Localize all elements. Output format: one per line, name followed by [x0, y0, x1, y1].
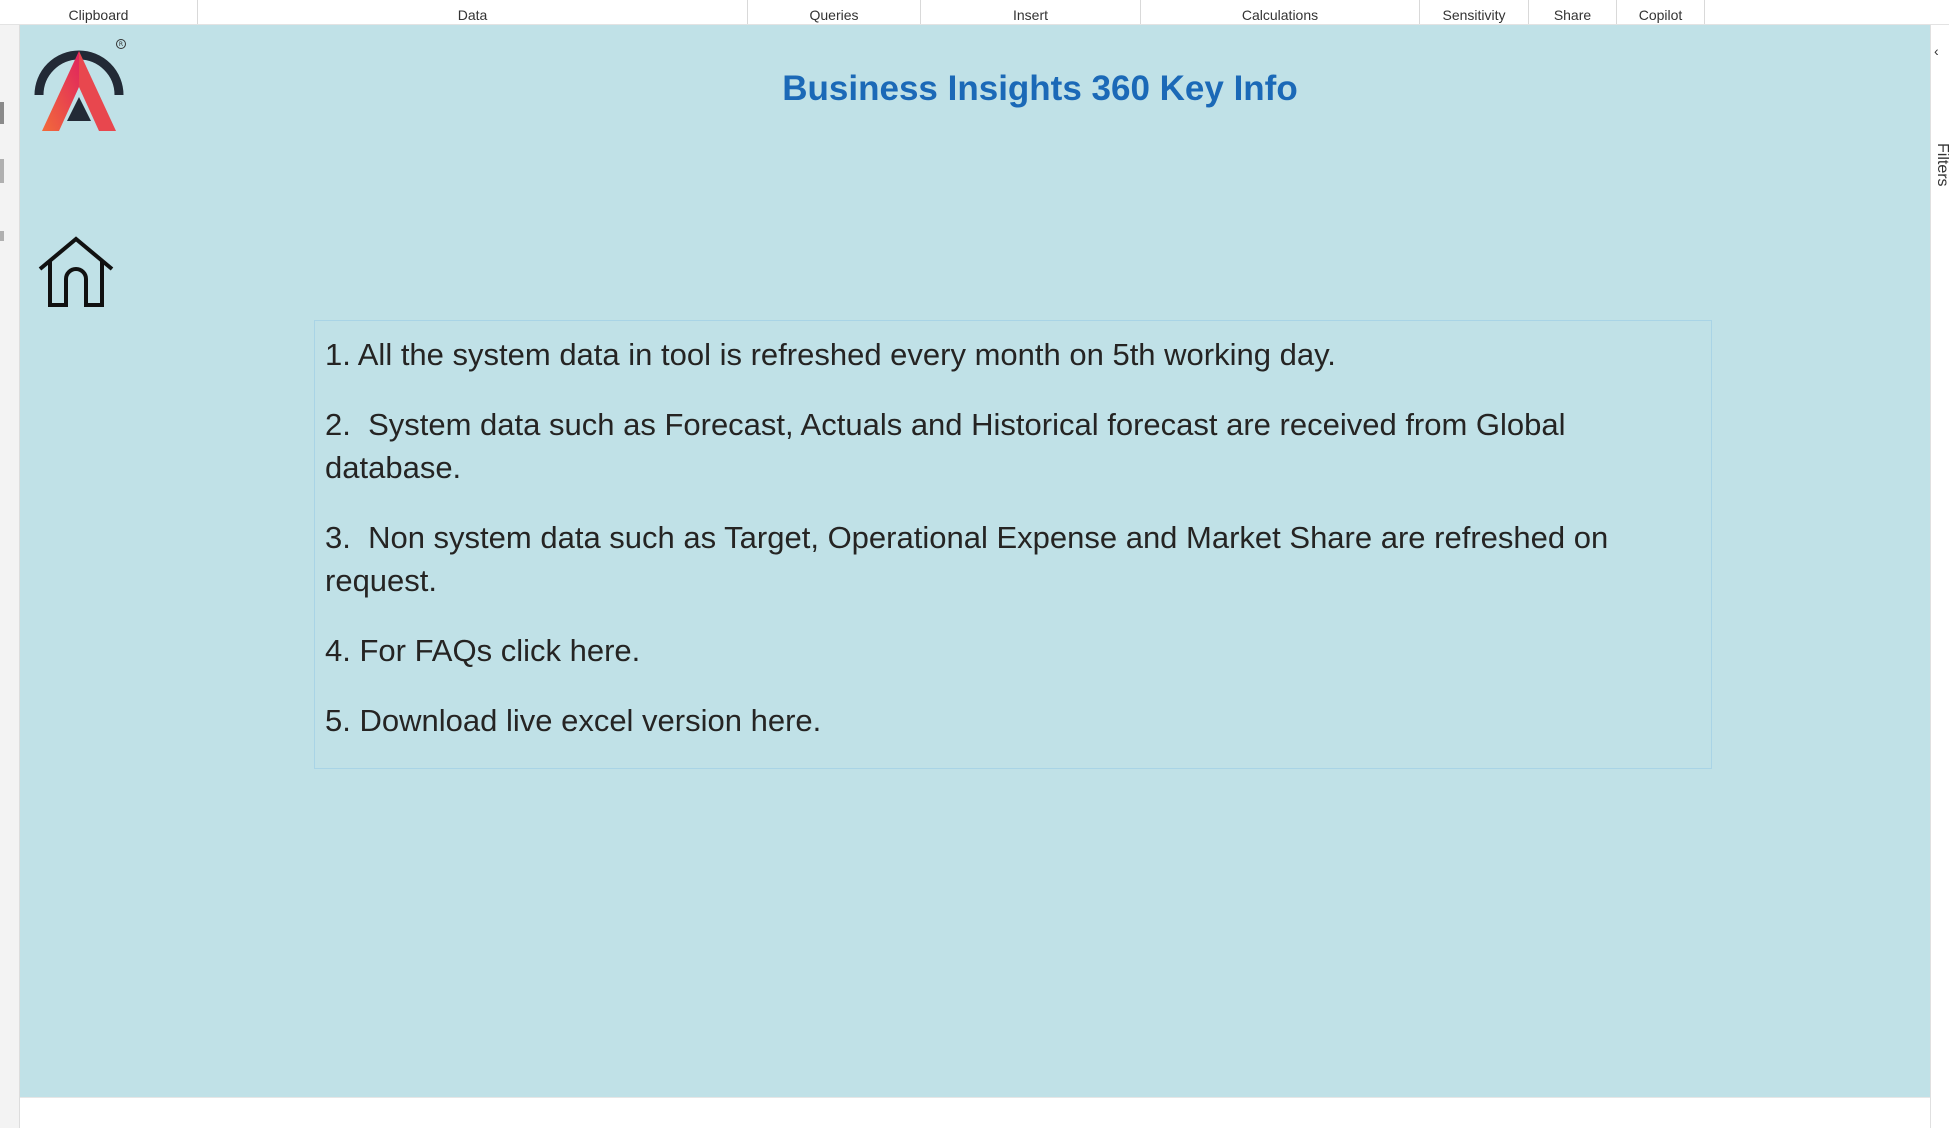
page-tabs-bar — [20, 1097, 1930, 1129]
ribbon-group-queries[interactable]: Queries — [748, 0, 921, 24]
page-title: Business Insights 360 Key Info — [782, 69, 1298, 108]
ribbon-group-clipboard[interactable]: Clipboard — [0, 0, 198, 24]
info-item-system-data: 2. System data such as Forecast, Actuals… — [325, 407, 1575, 485]
info-item-refresh: 1. All the system data in tool is refres… — [325, 337, 1336, 372]
ribbon-group-sensitivity[interactable]: Sensitivity — [1420, 0, 1529, 24]
chevron-left-icon[interactable]: ‹ — [1934, 43, 1939, 59]
info-item-non-system-data: 3. Non system data such as Target, Opera… — [325, 520, 1617, 598]
report-view-icon[interactable] — [0, 102, 4, 124]
ribbon-group-calculations[interactable]: Calculations — [1141, 0, 1420, 24]
filters-pane-label[interactable]: Filters — [1933, 143, 1949, 187]
filters-pane-collapsed[interactable]: ‹ Filters — [1930, 25, 1949, 1128]
svg-text:R: R — [119, 41, 123, 48]
table-view-icon[interactable] — [0, 159, 4, 183]
key-info-textbox: 1. All the system data in tool is refres… — [314, 320, 1712, 769]
download-excel-link[interactable]: 5. Download live excel version here. — [325, 699, 1701, 742]
ribbon-group-share[interactable]: Share — [1529, 0, 1617, 24]
faq-link[interactable]: 4. For FAQs click here. — [325, 629, 1701, 672]
ribbon-group-copilot[interactable]: Copilot — [1617, 0, 1705, 24]
view-switcher-strip — [0, 25, 20, 1128]
atliq-logo-icon: R — [34, 39, 126, 131]
report-canvas: R Business Insights 360 Key Info 1. All … — [20, 25, 1930, 1097]
ribbon-group-data[interactable]: Data — [198, 0, 748, 24]
home-icon[interactable] — [36, 233, 116, 309]
ribbon-bar: Clipboard Data Queries Insert Calculatio… — [0, 0, 1949, 25]
ribbon-group-insert[interactable]: Insert — [921, 0, 1141, 24]
model-view-icon[interactable] — [0, 231, 4, 241]
